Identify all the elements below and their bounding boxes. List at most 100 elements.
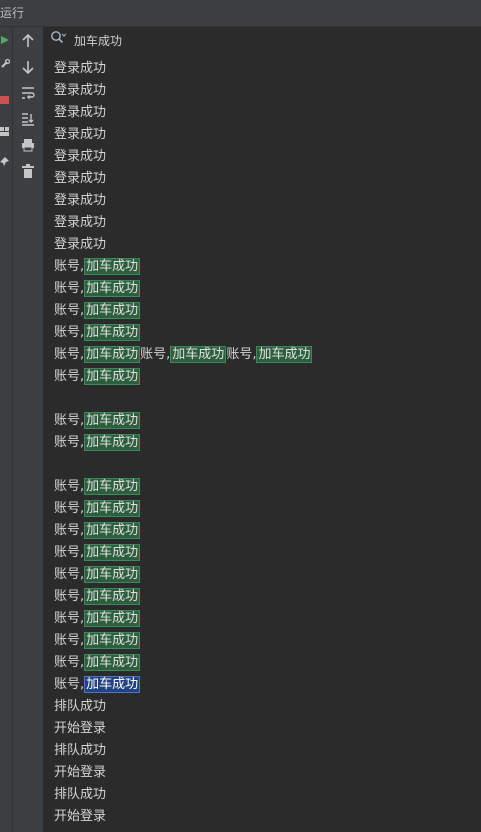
console-text: 账号,	[54, 545, 85, 560]
console-text: 排队成功	[54, 699, 107, 714]
console-line: 账号, 加车成功	[44, 366, 481, 388]
down-arrow-icon[interactable]	[20, 59, 36, 75]
console-text: 登录成功	[54, 193, 107, 208]
console-line: 登录成功	[44, 58, 481, 80]
console-text: 账号,	[54, 589, 85, 604]
search-match-highlight: 加车成功	[84, 654, 141, 671]
console-line: 登录成功	[44, 212, 481, 234]
console-line: 登录成功	[44, 168, 481, 190]
console-line: 账号, 加车成功	[44, 476, 481, 498]
console-line: 开始登录	[44, 806, 481, 828]
console-text: 账号,	[54, 523, 85, 538]
soft-wrap-icon[interactable]	[20, 85, 36, 101]
console-text: 排队成功	[54, 787, 107, 802]
console-text: 登录成功	[54, 215, 107, 230]
console-line: 账号, 加车成功	[44, 608, 481, 630]
console-text: 登录成功	[54, 105, 107, 120]
console-text: 账号,	[54, 347, 85, 362]
search-match-highlight: 加车成功	[84, 544, 141, 561]
console-line: 排队成功	[44, 784, 481, 806]
search-match-highlight: 加车成功	[256, 346, 313, 363]
up-arrow-icon[interactable]	[20, 33, 36, 49]
console-text: 登录成功	[54, 83, 107, 98]
run-tool-window-header: 运行	[0, 0, 481, 27]
console-line: 登录成功	[44, 124, 481, 146]
console-line: 账号, 加车成功 账号, 加车成功 账号, 加车成功	[44, 344, 481, 366]
console-text: 账号,	[54, 677, 85, 692]
console-line: 登录成功	[44, 234, 481, 256]
console-text: 登录成功	[54, 237, 107, 252]
layout-icon[interactable]	[0, 127, 10, 137]
console-text: 账号,	[54, 655, 85, 670]
console-toolbar	[13, 27, 44, 832]
console-text: 账号,	[54, 479, 85, 494]
trash-icon[interactable]	[20, 163, 36, 179]
search-match-highlight: 加车成功	[84, 368, 141, 385]
console-line: 账号, 加车成功	[44, 300, 481, 322]
console-line: 账号, 加车成功	[44, 630, 481, 652]
console-line: 账号, 加车成功	[44, 674, 481, 696]
console-text: 开始登录	[54, 765, 107, 780]
console-line: 账号, 加车成功	[44, 498, 481, 520]
console-text: 账号,	[54, 325, 85, 340]
console-line: 账号, 加车成功	[44, 652, 481, 674]
console-line: 账号, 加车成功	[44, 432, 481, 454]
console-line: 账号, 加车成功	[44, 256, 481, 278]
search-match-highlight: 加车成功	[84, 302, 141, 319]
console-text: 排队成功	[54, 743, 107, 758]
console-line: 账号, 加车成功	[44, 542, 481, 564]
search-match-highlight: 加车成功	[84, 588, 141, 605]
search-match-highlight: 加车成功	[84, 478, 141, 495]
search-match-highlight: 加车成功	[84, 346, 141, 363]
console-text: 账号,	[54, 611, 85, 626]
search-match-highlight: 加车成功	[84, 412, 141, 429]
console-search-bar	[44, 27, 481, 51]
console-line: 账号, 加车成功	[44, 410, 481, 432]
rerun-icon[interactable]	[0, 35, 10, 45]
search-match-highlight: 加车成功	[84, 434, 141, 451]
console-text: 登录成功	[54, 171, 107, 186]
console-text: 账号,	[54, 303, 85, 318]
console-text: 账号,	[54, 435, 85, 450]
console-text: 账号,	[54, 633, 85, 648]
stop-icon[interactable]	[0, 95, 10, 105]
search-match-highlight: 加车成功	[84, 258, 141, 275]
console-line: 账号, 加车成功	[44, 322, 481, 344]
console-line: 账号, 加车成功	[44, 564, 481, 586]
search-icon[interactable]	[50, 30, 66, 46]
console-text: 账号,	[54, 259, 85, 274]
search-match-highlight: 加车成功	[84, 324, 141, 341]
console-text: 账号,	[140, 347, 171, 362]
search-match-highlight: 加车成功	[170, 346, 227, 363]
search-match-highlight: 加车成功	[84, 500, 141, 517]
console-line: 登录成功	[44, 80, 481, 102]
print-icon[interactable]	[20, 137, 36, 153]
console-line: 排队成功	[44, 696, 481, 718]
search-match-highlight: 加车成功	[84, 566, 141, 583]
console-text: 登录成功	[54, 61, 107, 76]
console-text: 开始登录	[54, 721, 107, 736]
console-text: 账号,	[54, 413, 85, 428]
console-line: 开始登录	[44, 762, 481, 784]
console-output: 登录成功 登录成功 登录成功 登录成功 登录成功 登录成功 登录成功 登录成功 登录成功 账号, 加…	[44, 58, 481, 828]
search-match-highlight: 加车成功	[84, 522, 141, 539]
console-line: 账号, 加车成功	[44, 278, 481, 300]
wrench-icon[interactable]	[0, 59, 10, 69]
console-text: 开始登录	[54, 809, 107, 824]
console-line: 登录成功	[44, 102, 481, 124]
console-line: 账号, 加车成功	[44, 586, 481, 608]
console-line: 登录成功	[44, 146, 481, 168]
console-text: 登录成功	[54, 127, 107, 142]
console-line: 登录成功	[44, 190, 481, 212]
console-text: 账号,	[54, 567, 85, 582]
console-text: 账号,	[226, 347, 257, 362]
window-title: 运行	[0, 6, 25, 20]
console-text: 账号,	[54, 369, 85, 384]
search-match-highlight: 加车成功	[84, 632, 141, 649]
console-text: 登录成功	[54, 149, 107, 164]
pin-icon[interactable]	[0, 157, 10, 167]
scroll-to-end-icon[interactable]	[20, 111, 36, 127]
search-input[interactable]	[72, 29, 376, 51]
